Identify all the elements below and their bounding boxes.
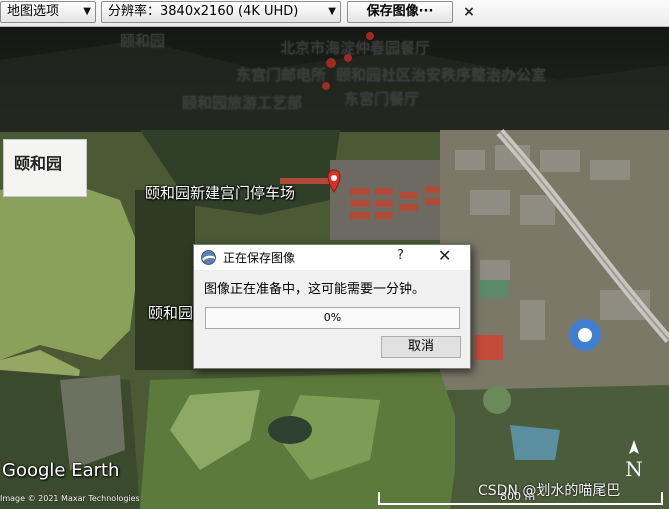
map-label-new-gate-parking: 颐和园新建宫门停车场 — [145, 184, 296, 202]
map-label-yiheyuan-travel: 颐和园旅游工艺部 — [182, 94, 303, 112]
map-label-yiheyuan-top: 颐和园 — [120, 32, 166, 50]
watermark: CSDN @划水的喵尾巴 — [478, 483, 621, 499]
map-label-management-office: 颐和园社区治安秩序整治办公室 — [336, 66, 547, 84]
saving-image-dialog: 正在保存图像 ? ✕ 图像正在准备中，这可能需要一分钟。 0% 取消 — [193, 244, 471, 369]
map-label-east-gate-restaurant: 东宫门餐厅 — [344, 90, 420, 108]
chevron-down-icon: ▼ — [83, 6, 91, 17]
save-image-button[interactable]: 保存图像··· — [347, 1, 453, 23]
map-label-yiheyuan-left: 颐和园 — [148, 304, 194, 322]
map-label-east-gate-post: 东宫门邮电所 — [236, 66, 327, 84]
compass-letter: N — [625, 457, 643, 481]
map-options-label: 地图选项 — [7, 4, 60, 19]
save-image-toolbar: 地图选项 ▼ 分辨率：3840x2160 (4K UHD) ▼ 保存图像··· … — [0, 0, 669, 27]
progress-text: 0% — [323, 311, 342, 324]
google-earth-globe-icon — [201, 250, 216, 265]
place-title-card: 颐和园 — [3, 139, 87, 197]
dialog-title: 正在保存图像 — [223, 251, 296, 265]
google-earth-logo: Google Earth — [2, 460, 120, 481]
resolution-dropdown[interactable]: 分辨率：3840x2160 (4K UHD) ▼ — [101, 1, 341, 23]
place-title: 颐和园 — [14, 154, 63, 173]
cancel-button[interactable]: 取消 — [381, 336, 461, 358]
compass-icon[interactable]: N — [620, 440, 648, 484]
map-options-dropdown[interactable]: 地图选项 ▼ — [0, 1, 96, 23]
dialog-titlebar[interactable]: 正在保存图像 ? ✕ — [194, 245, 470, 270]
progress-bar: 0% — [205, 307, 460, 329]
resolution-label: 分辨率：3840x2160 (4K UHD) — [108, 4, 299, 19]
close-icon[interactable]: ✕ — [438, 246, 451, 265]
close-icon[interactable]: × — [460, 2, 478, 22]
dialog-message: 图像正在准备中，这可能需要一分钟。 — [204, 282, 426, 297]
map-label-haidian-restaurant: 北京市海淀仲春园餐厅 — [280, 39, 431, 57]
imagery-credit: Image © 2021 Maxar Technologies — [0, 494, 140, 503]
help-icon[interactable]: ? — [397, 248, 404, 263]
chevron-down-icon: ▼ — [328, 6, 336, 17]
